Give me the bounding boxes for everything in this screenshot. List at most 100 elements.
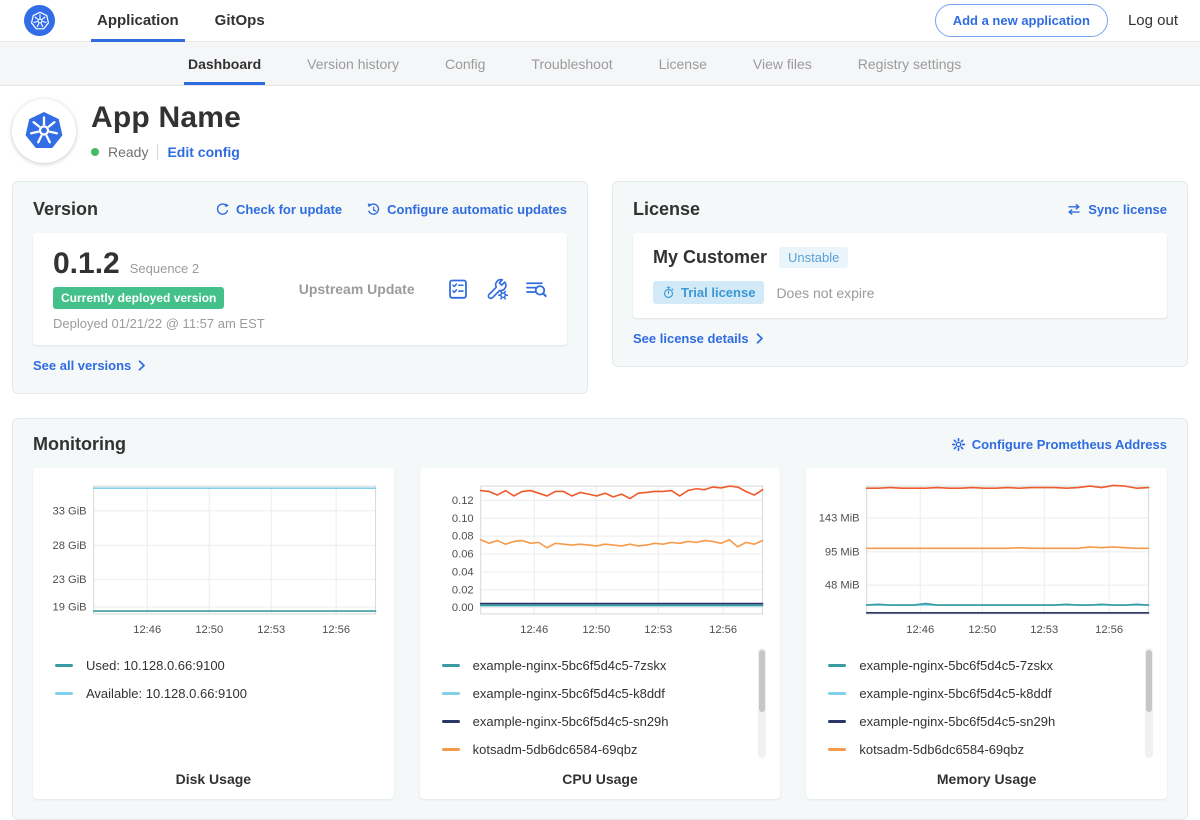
legend-label: Available: 10.128.0.66:9100 [86,686,247,701]
legend-label: kotsadm-5db6dc6584-69qbz [473,742,638,757]
svg-text:12:50: 12:50 [195,624,223,636]
edit-config-link[interactable]: Edit config [167,144,239,160]
svg-text:12:56: 12:56 [322,624,350,636]
tab-dashboard[interactable]: Dashboard [188,42,261,85]
tab-config[interactable]: Config [445,42,485,85]
svg-text:0.06: 0.06 [452,549,474,561]
divider [157,144,158,160]
chevron-right-icon [756,333,764,344]
svg-text:12:50: 12:50 [969,624,997,636]
svg-text:28 GiB: 28 GiB [53,540,87,552]
check-for-update-link[interactable]: Check for update [215,202,342,217]
legend-item: Available: 10.128.0.66:9100 [55,679,362,707]
legend-color-dash [442,720,460,723]
app-status-text: Ready [108,144,148,160]
version-actions [447,278,547,300]
memory-usage-chart: 143 MiB95 MiB48 MiB12:4612:5012:5312:56 [816,478,1157,643]
kubernetes-logo [24,5,55,36]
svg-text:143 MiB: 143 MiB [819,512,860,524]
disk-usage-legend: Used: 10.128.0.66:9100 Available: 10.128.… [43,643,384,763]
top-nav: Application GitOps Add a new application… [0,0,1200,42]
see-all-versions-link[interactable]: See all versions [33,358,146,373]
tab-application[interactable]: Application [97,0,179,42]
memory-usage-panel: 143 MiB95 MiB48 MiB12:4612:5012:5312:56 … [806,468,1167,799]
configure-prometheus-link[interactable]: Configure Prometheus Address [951,437,1167,452]
svg-text:12:46: 12:46 [133,624,161,636]
svg-text:0.08: 0.08 [452,531,474,543]
license-panel: My Customer Unstable Trial license Does … [633,233,1167,318]
tab-registry-settings[interactable]: Registry settings [858,42,961,85]
version-source: Upstream Update [299,281,415,297]
tab-troubleshoot[interactable]: Troubleshoot [531,42,612,85]
svg-text:12:50: 12:50 [582,624,610,636]
svg-text:12:53: 12:53 [257,624,285,636]
svg-text:33 GiB: 33 GiB [53,505,87,517]
legend-scrollbar-thumb[interactable] [1146,650,1152,712]
ready-status-dot [91,148,99,156]
legend-label: example-nginx-5bc6f5d4c5-7zskx [859,658,1053,673]
legend-label: example-nginx-5bc6f5d4c5-sn29h [473,714,669,729]
tab-version-history[interactable]: Version history [307,42,399,85]
gear-icon [951,437,966,452]
legend-color-dash [828,664,846,667]
preflight-checks-icon[interactable] [447,278,469,300]
legend-item: example-nginx-5bc6f5d4c5-7zskx [442,651,749,679]
legend-item: Used: 10.128.0.66:9100 [55,651,362,679]
page-title: App Name [91,101,241,135]
legend-scrollbar-thumb[interactable] [759,650,765,712]
legend-color-dash [828,692,846,695]
svg-text:12:53: 12:53 [1031,624,1059,636]
legend-color-dash [828,748,846,751]
legend-color-dash [442,692,460,695]
app-icon [12,99,76,163]
version-card: Version Check for update [12,181,588,394]
chart-title: Disk Usage [43,771,384,787]
view-logs-icon[interactable] [525,278,547,300]
legend-label: kotsadm-5db6dc6584-69qbz [859,742,1024,757]
sync-license-link[interactable]: Sync license [1066,202,1167,217]
legend-color-dash [442,664,460,667]
memory-usage-legend: example-nginx-5bc6f5d4c5-7zskx example-ng… [816,643,1157,763]
svg-text:12:53: 12:53 [644,624,672,636]
add-application-button[interactable]: Add a new application [935,4,1108,37]
disk-usage-panel: 33 GiB28 GiB23 GiB19 GiB12:4612:5012:531… [33,468,394,799]
license-card: License Sync license My C [612,181,1188,367]
deployed-version-badge: Currently deployed version [53,287,224,309]
edit-config-icon[interactable] [486,278,508,300]
customer-name: My Customer [653,247,767,268]
svg-text:19 GiB: 19 GiB [53,602,87,614]
svg-text:95 MiB: 95 MiB [825,546,860,558]
chart-title: Memory Usage [816,771,1157,787]
version-number: 0.1.2 [53,247,120,281]
legend-scrollbar[interactable] [1145,648,1153,758]
legend-item: kotsadm-5db6dc6584-69qbz [828,735,1135,763]
tab-view-files[interactable]: View files [753,42,812,85]
cpu-usage-panel: 0.120.100.080.060.040.020.0012:4612:5012… [420,468,781,799]
cpu-usage-chart: 0.120.100.080.060.040.020.0012:4612:5012… [430,478,771,643]
see-license-details-link[interactable]: See license details [633,331,764,346]
legend-color-dash [55,692,73,695]
legend-color-dash [442,748,460,751]
legend-item: example-nginx-5bc6f5d4c5-sn29h [828,707,1135,735]
app-header: App Name Ready Edit config [0,86,1200,171]
legend-item: kotsadm-5db6dc6584-69qbz [442,735,749,763]
charts-row: 33 GiB28 GiB23 GiB19 GiB12:4612:5012:531… [33,468,1167,799]
kubernetes-app-icon [21,108,67,154]
sync-arrows-icon [1066,202,1082,217]
monitoring-card: Monitoring Configure Prom [12,418,1188,820]
legend-scrollbar[interactable] [758,648,766,758]
tab-gitops[interactable]: GitOps [215,0,265,42]
license-card-title: License [633,199,700,220]
legend-label: example-nginx-5bc6f5d4c5-7zskx [473,658,667,673]
legend-item: example-nginx-5bc6f5d4c5-k8ddf [828,679,1135,707]
refresh-icon [215,202,230,217]
kubernetes-helm-icon [29,10,51,32]
tab-license[interactable]: License [659,42,707,85]
chevron-right-icon [138,360,146,371]
current-version-panel: 0.1.2 Sequence 2 Currently deployed vers… [33,233,567,345]
legend-color-dash [828,720,846,723]
version-info: 0.1.2 Sequence 2 Currently deployed vers… [53,247,265,331]
logout-link[interactable]: Log out [1128,12,1178,29]
chart-title: CPU Usage [430,771,771,787]
configure-automatic-updates-link[interactable]: Configure automatic updates [366,202,567,217]
